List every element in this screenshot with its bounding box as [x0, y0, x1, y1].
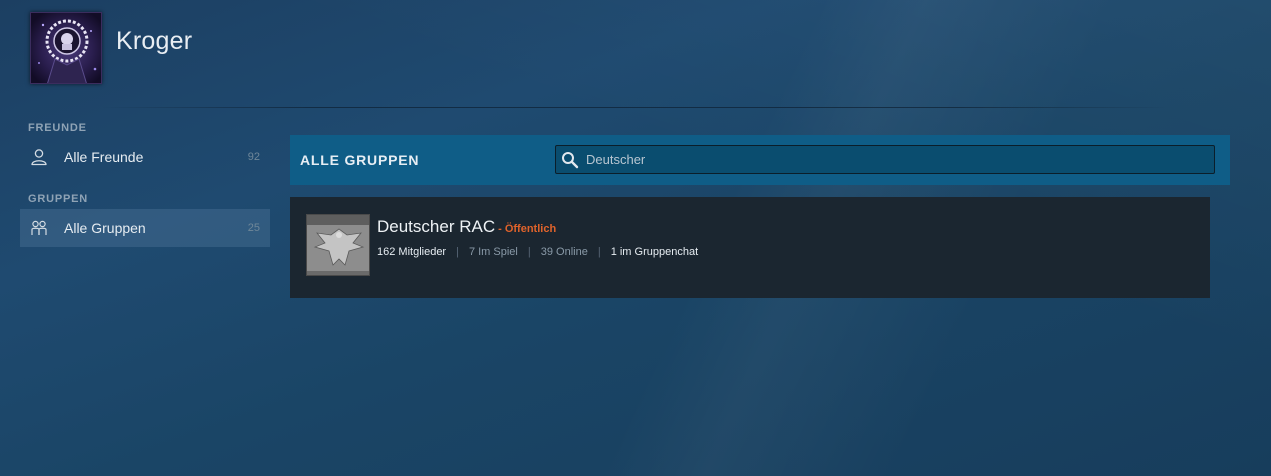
online-count: 39 Online — [540, 246, 588, 258]
stat-separator: | — [527, 246, 531, 258]
sidebar-item-label: Alle Gruppen — [64, 220, 146, 236]
group-icon — [30, 219, 48, 237]
search-box[interactable] — [555, 145, 1215, 174]
sidebar: FREUNDE Alle Freunde 92 GRUPPEN Alle Gru… — [20, 120, 270, 247]
person-icon — [30, 148, 48, 166]
eagle-emblem-image — [307, 215, 369, 275]
section-title-groups: GRUPPEN — [28, 193, 88, 205]
search-input[interactable] — [586, 146, 1186, 173]
group-chat-count[interactable]: 1 im Gruppenchat — [611, 246, 698, 258]
avatar-image — [31, 13, 101, 83]
page-title: ALLE GRUPPEN — [300, 152, 420, 168]
group-card[interactable]: Deutscher RAC - Öffentlich 162 Mitgliede… — [290, 197, 1210, 298]
search-icon — [560, 150, 580, 170]
friends-count: 92 — [247, 151, 260, 163]
sidebar-item-all-groups[interactable]: Alle Gruppen 25 — [20, 209, 270, 247]
groups-count: 25 — [247, 222, 260, 234]
members-count: 162 Mitglieder — [377, 246, 447, 258]
in-game-count: 7 Im Spiel — [468, 246, 518, 258]
stat-separator: | — [597, 246, 601, 258]
group-avatar[interactable] — [306, 214, 370, 276]
profile-name[interactable]: Kroger — [116, 27, 192, 56]
profile-header: Kroger — [0, 0, 1271, 108]
section-title-friends: FREUNDE — [28, 122, 87, 134]
sidebar-item-label: Alle Freunde — [64, 149, 144, 165]
header-divider — [100, 107, 1171, 108]
stat-separator: | — [456, 246, 459, 258]
group-stats: 162 Mitglieder | 7 Im Spiel | 39 Online … — [377, 246, 698, 258]
group-name-row: Deutscher RAC - Öffentlich — [377, 217, 556, 237]
group-visibility-badge: - Öffentlich — [498, 223, 557, 235]
group-list: Deutscher RAC - Öffentlich 162 Mitgliede… — [290, 197, 1210, 298]
group-name[interactable]: Deutscher RAC — [377, 217, 495, 237]
main-content: ALLE GRUPPEN Deutscher Deutscher RAC - Ö… — [290, 135, 1230, 298]
sidebar-item-all-friends[interactable]: Alle Freunde 92 — [20, 138, 270, 176]
profile-avatar[interactable] — [30, 12, 102, 84]
groups-toolbar: ALLE GRUPPEN — [290, 135, 1230, 185]
